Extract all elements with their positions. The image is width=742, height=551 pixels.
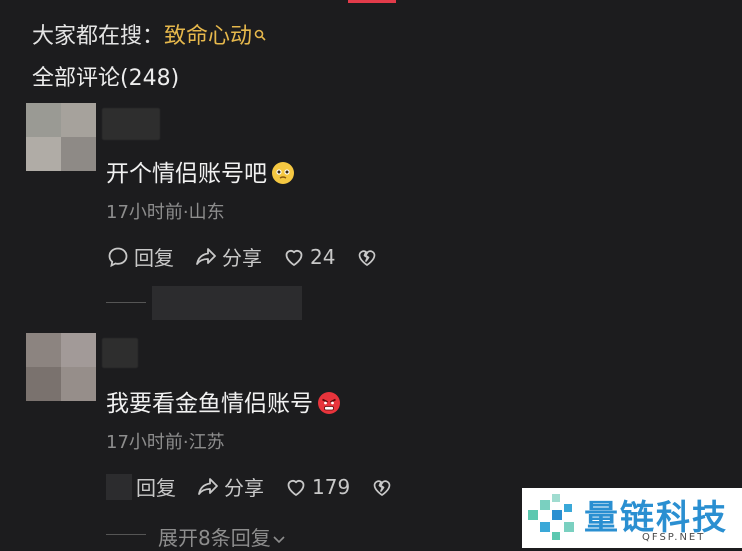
reply-divider xyxy=(106,534,146,535)
reply-button[interactable]: 回复 xyxy=(106,242,174,271)
watermark-subtitle: QFSP.NET xyxy=(642,532,706,543)
share-arrow-icon xyxy=(196,247,216,265)
search-icon[interactable] xyxy=(254,22,266,41)
trending-keyword-link[interactable]: 致命心动 xyxy=(164,24,252,49)
heart-icon xyxy=(285,249,303,266)
trending-prefix: 大家都在搜： xyxy=(32,24,165,49)
username-redacted[interactable] xyxy=(102,338,138,368)
avatar[interactable] xyxy=(26,103,96,171)
like-button[interactable]: 24 xyxy=(282,245,335,269)
comments-count-title: 全部评论(248) xyxy=(32,66,180,91)
share-button[interactable]: 分享 xyxy=(194,242,262,271)
broken-heart-icon xyxy=(373,479,391,496)
expand-replies-label: 展开8条回复 xyxy=(158,526,271,550)
tab-indicator xyxy=(348,0,396,3)
watermark-logo: 量链科技 QFSP.NET xyxy=(522,488,742,548)
dislike-button[interactable] xyxy=(370,475,398,499)
share-label: 分享 xyxy=(222,246,262,270)
dislike-button[interactable] xyxy=(355,245,383,269)
comment-actions: 回复 分享 179 xyxy=(106,472,398,501)
logo-mark-icon xyxy=(528,494,574,540)
broken-heart-icon xyxy=(359,249,376,266)
angry-face-emoji xyxy=(317,391,341,415)
pleading-face-emoji xyxy=(271,161,295,185)
comment-actions: 回复 分享 24 xyxy=(106,242,383,271)
avatar[interactable] xyxy=(26,333,96,401)
like-button[interactable]: 179 xyxy=(284,475,350,499)
username-redacted[interactable] xyxy=(102,108,160,140)
comment-body: 开个情侣账号吧 xyxy=(106,161,267,187)
reply-button[interactable]: 回复 xyxy=(106,472,176,501)
expand-replies-button[interactable]: 展开8条回复 xyxy=(158,522,287,551)
reply-bubble-icon xyxy=(108,247,128,267)
replies-toggle-redacted[interactable] xyxy=(152,286,302,320)
comment-text: 开个情侣账号吧 xyxy=(106,154,295,188)
chevron-down-icon xyxy=(273,536,285,544)
share-label: 分享 xyxy=(224,476,264,500)
like-count: 179 xyxy=(312,474,351,499)
share-arrow-icon xyxy=(198,477,218,495)
like-count: 24 xyxy=(310,244,336,269)
comment-body: 我要看金鱼情侣账号 xyxy=(106,391,313,417)
comment-meta: 17小时前·山东 xyxy=(106,202,225,223)
reply-label: 回复 xyxy=(134,246,174,270)
reply-icon-redacted xyxy=(106,473,132,500)
trending-search-bar: 大家都在搜：致命心动 xyxy=(32,18,266,50)
reply-label: 回复 xyxy=(136,476,176,500)
heart-icon xyxy=(287,479,305,496)
comment-text: 我要看金鱼情侣账号 xyxy=(106,384,341,418)
share-button[interactable]: 分享 xyxy=(196,472,264,501)
comment-meta: 17小时前·江苏 xyxy=(106,432,225,453)
reply-divider xyxy=(106,302,146,303)
